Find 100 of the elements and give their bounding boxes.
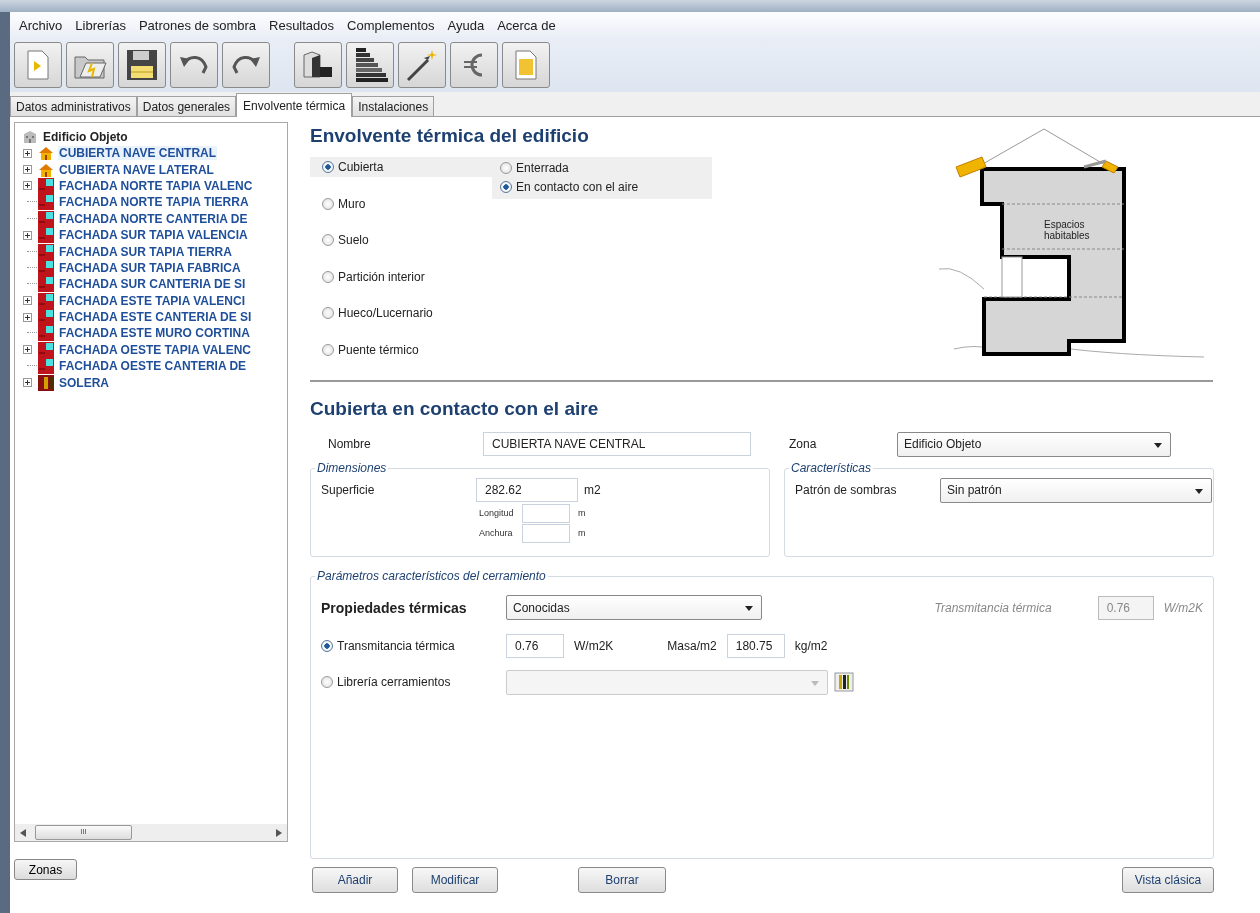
zones-button[interactable]: Zonas (14, 859, 77, 880)
toolbar-button[interactable] (118, 42, 166, 88)
toolbar-button[interactable] (294, 42, 342, 88)
section-title: Cubierta en contacto con el aire (310, 398, 600, 420)
action-button[interactable]: Vista clásica (1122, 867, 1214, 893)
expand-icon[interactable] (23, 378, 32, 388)
menu-item[interactable]: Resultados (269, 17, 335, 33)
menu-item[interactable]: Complementos (347, 17, 435, 33)
action-button[interactable]: Añadir (312, 867, 398, 893)
tree-item[interactable]: FACHADA OESTE CANTERIA DE (58, 359, 248, 374)
radio-option[interactable]: Partición interior (322, 266, 492, 287)
tree-item[interactable]: CUBIERTA NAVE CENTRAL (58, 146, 218, 161)
radio-option[interactable]: Transmitancia térmica (321, 636, 506, 656)
tree-item[interactable]: FACHADA NORTE TAPIA VALENC (58, 178, 254, 193)
length-field[interactable] (522, 503, 570, 523)
tree-root-label[interactable]: Edificio Objeto (43, 130, 128, 144)
radio-option[interactable]: Puente térmico (322, 339, 492, 360)
wall-icon (38, 276, 54, 293)
shade-pattern-dropdown[interactable]: Sin patrón (940, 477, 1212, 503)
house-icon (38, 161, 54, 178)
tab[interactable]: Envolvente térmica (236, 93, 353, 117)
width-field[interactable] (522, 523, 570, 543)
unit-label: m (578, 508, 586, 518)
caret-icon (811, 680, 819, 686)
new-document-icon (25, 49, 51, 81)
wall-icon (38, 227, 54, 244)
tree-item[interactable]: FACHADA SUR TAPIA FABRICA (58, 260, 242, 275)
zone-dropdown[interactable]: Edificio Objeto (897, 431, 1171, 457)
surface-field[interactable]: 282.62 (476, 478, 578, 502)
menu-item[interactable]: Acerca de (497, 17, 556, 33)
radio-option[interactable]: Cubierta (310, 157, 492, 177)
caret-icon (1195, 488, 1203, 494)
wall-icon (38, 341, 54, 358)
tree-item[interactable]: FACHADA SUR TAPIA VALENCIA (58, 228, 249, 243)
tree-item[interactable]: FACHADA ESTE MURO CORTINA (58, 326, 251, 341)
radio-option[interactable]: Enterrada (500, 159, 692, 176)
tree-item[interactable]: SOLERA (58, 375, 110, 390)
menu-item[interactable]: Ayuda (447, 17, 485, 33)
caret-icon (745, 606, 753, 611)
house-icon (38, 145, 54, 162)
wall-icon (38, 325, 54, 342)
field-label: Patrón de sombras (795, 483, 898, 497)
radio-option[interactable]: En contacto con el aire (500, 178, 692, 195)
thermal-properties-dropdown[interactable]: Conocidas (506, 595, 762, 620)
field-label: Nombre (328, 437, 372, 451)
menu-item[interactable]: Archivo (19, 17, 63, 33)
expand-icon[interactable] (23, 181, 32, 191)
expand-icon[interactable] (23, 312, 32, 322)
tree-item[interactable]: FACHADA ESTE CANTERIA DE SI (58, 310, 253, 325)
tree-item[interactable]: FACHADA ESTE TAPIA VALENCI (58, 293, 246, 308)
field-label: Transmitancia térmica (934, 600, 1052, 615)
section-title: Envolvente térmica del edificio (310, 125, 590, 147)
field-label: Zona (789, 437, 818, 451)
unit-label: m2 (584, 483, 601, 497)
expand-icon[interactable] (23, 345, 32, 355)
radio-option[interactable]: Muro (322, 193, 492, 214)
radio-option[interactable]: Suelo (322, 230, 492, 250)
tree-item[interactable]: CUBIERTA NAVE LATERAL (58, 162, 215, 177)
toolbar-button[interactable] (170, 42, 218, 88)
expand-icon[interactable] (23, 296, 32, 306)
tree-item[interactable]: FACHADA OESTE TAPIA VALENC (58, 342, 252, 357)
menu-item[interactable]: Patrones de sombra (138, 17, 256, 33)
tab[interactable]: Instalaciones (352, 96, 435, 116)
horizontal-scrollbar[interactable]: III (15, 824, 287, 841)
wall-icon (38, 177, 54, 194)
library-icon[interactable] (834, 672, 854, 692)
field-label: Masa/m2 (667, 639, 717, 653)
expand-icon[interactable] (23, 148, 32, 158)
wall-icon (38, 210, 54, 227)
tree-item[interactable]: FACHADA SUR TAPIA TIERRA (58, 244, 233, 259)
transmittance-field[interactable]: 0.76 (506, 634, 564, 658)
field-label: Longitud (479, 508, 515, 518)
unit-label: W/m2K (574, 639, 614, 653)
action-button[interactable]: Borrar (578, 867, 666, 893)
group-legend: Parámetros característicos del cerramiento (315, 569, 548, 583)
toolbar-button[interactable] (398, 42, 446, 88)
scroll-left-icon[interactable] (20, 828, 26, 837)
unit-label: kg/m2 (794, 639, 828, 653)
scroll-right-icon[interactable] (276, 828, 282, 837)
transmittance-field: 0.76 (1097, 595, 1154, 620)
expand-icon[interactable] (23, 230, 32, 240)
unit-label: W/m2K (1163, 600, 1203, 615)
toolbar-button[interactable] (222, 42, 270, 88)
building-icon (23, 130, 37, 144)
name-field[interactable]: CUBIERTA NAVE CENTRAL (483, 432, 751, 456)
toolbar-button[interactable] (346, 42, 394, 88)
expand-icon[interactable] (23, 165, 32, 175)
tree-item[interactable]: FACHADA SUR CANTERIA DE SI (58, 277, 247, 292)
radio-option[interactable]: Librería cerramientos (321, 672, 506, 692)
tab[interactable]: Datos administrativos (10, 96, 137, 116)
group-legend: Características (789, 461, 874, 475)
action-button[interactable]: Modificar (412, 867, 498, 893)
radio-option[interactable]: Hueco/Lucernario (322, 303, 492, 323)
tab[interactable]: Datos generales (136, 96, 237, 116)
wall-icon (38, 292, 54, 309)
tree-item[interactable]: FACHADA NORTE CANTERIA DE (58, 211, 249, 226)
mass-field[interactable]: 180.75 (726, 634, 785, 658)
tree-item[interactable]: FACHADA NORTE TAPIA TIERRA (58, 195, 250, 210)
wall-icon (38, 243, 54, 260)
menu-item[interactable]: Librerías (75, 17, 126, 33)
